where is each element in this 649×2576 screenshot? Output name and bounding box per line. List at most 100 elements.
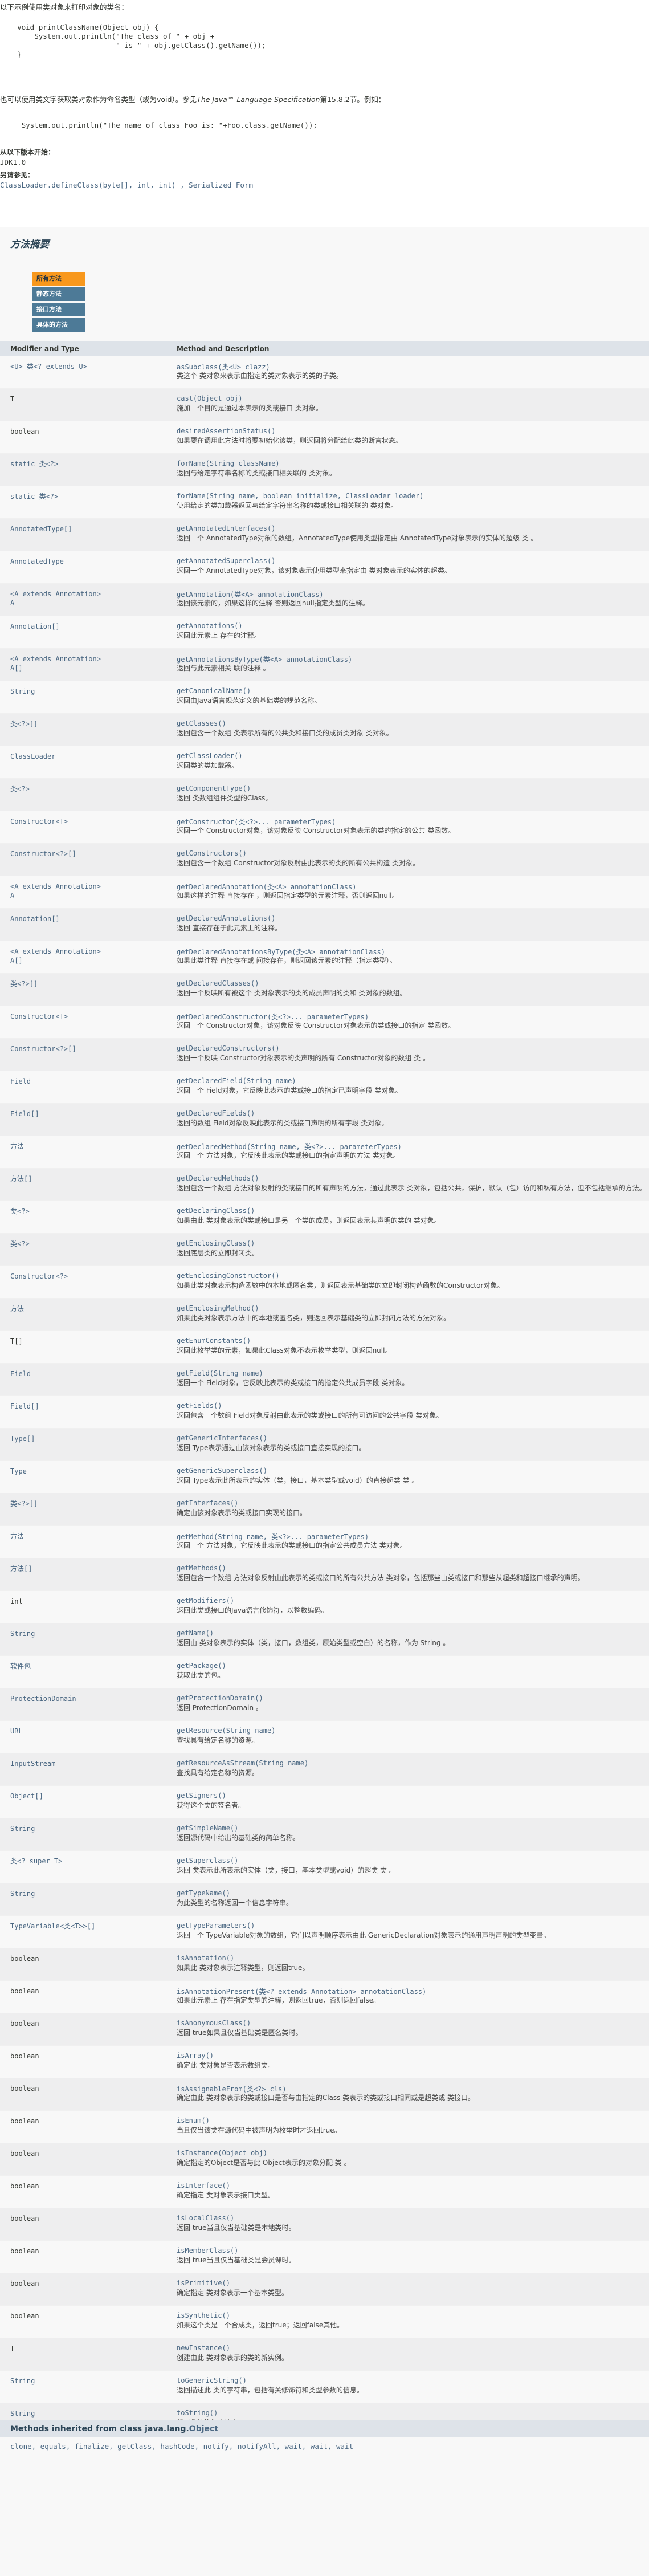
modifier-type[interactable]: TypeVariable<类<T>>[] bbox=[10, 1922, 170, 1931]
modifier-type[interactable]: 方法 bbox=[10, 1304, 170, 1313]
modifier-type[interactable]: 方法[] bbox=[10, 1564, 170, 1573]
modifier-type[interactable]: 类<? super T> bbox=[10, 1857, 170, 1866]
modifier-type[interactable]: Constructor<?>[] bbox=[10, 1044, 170, 1053]
modifier-type[interactable]: 类<?> bbox=[10, 1239, 170, 1248]
modifier-type[interactable]: AnnotatedType bbox=[10, 557, 170, 566]
method-signature[interactable]: getAnnotationsByType(类<A> annotationClas… bbox=[177, 654, 644, 664]
modifier-type[interactable]: 类<?>[] bbox=[10, 1499, 170, 1508]
method-signature[interactable]: getCanonicalName() bbox=[177, 687, 644, 695]
modifier-type[interactable]: 类<?> bbox=[10, 1207, 170, 1216]
modifier-type[interactable]: static 类<?> bbox=[10, 492, 170, 501]
method-signature[interactable]: desiredAssertionStatus() bbox=[177, 427, 644, 435]
method-signature[interactable]: getAnnotatedInterfaces() bbox=[177, 524, 644, 532]
method-signature[interactable]: isAnnotation() bbox=[177, 1954, 644, 1962]
modifier-type[interactable]: Field[] bbox=[10, 1402, 170, 1411]
method-signature[interactable]: getEnumConstants() bbox=[177, 1337, 644, 1345]
modifier-type[interactable]: String bbox=[10, 2376, 170, 2386]
method-signature[interactable]: getAnnotations() bbox=[177, 622, 644, 630]
method-signature[interactable]: getDeclaredMethod(String name, 类<?>... p… bbox=[177, 1142, 644, 1151]
method-signature[interactable]: getSigners() bbox=[177, 1792, 644, 1800]
modifier-type[interactable]: String bbox=[10, 2409, 170, 2418]
method-signature[interactable]: getEnclosingMethod() bbox=[177, 1304, 644, 1312]
tab-static-methods[interactable]: 静态方法 bbox=[32, 287, 85, 301]
method-signature[interactable]: getResourceAsStream(String name) bbox=[177, 1759, 644, 1767]
modifier-type[interactable]: 类<?>[] bbox=[10, 979, 170, 988]
method-signature[interactable]: isSynthetic() bbox=[177, 2312, 644, 2319]
modifier-type[interactable]: 方法[] bbox=[10, 1174, 170, 1183]
method-signature[interactable]: getAnnotation(类<A> annotationClass) bbox=[177, 589, 644, 599]
method-signature[interactable]: newInstance() bbox=[177, 2344, 644, 2352]
modifier-type[interactable]: Object[] bbox=[10, 1792, 170, 1801]
tab-concrete-methods[interactable]: 具体的方法 bbox=[32, 318, 85, 332]
method-signature[interactable]: getSimpleName() bbox=[177, 1824, 644, 1832]
method-signature[interactable]: getSuperclass() bbox=[177, 1857, 644, 1865]
modifier-type[interactable]: AnnotatedType[] bbox=[10, 524, 170, 534]
modifier-type[interactable]: URL bbox=[10, 1727, 170, 1736]
method-signature[interactable]: getEnclosingConstructor() bbox=[177, 1272, 644, 1280]
method-signature[interactable]: getResource(String name) bbox=[177, 1727, 644, 1735]
object-class-link[interactable]: Object bbox=[189, 2424, 218, 2433]
method-signature[interactable]: getClassLoader() bbox=[177, 752, 644, 760]
tab-interface-methods[interactable]: 接口方法 bbox=[32, 303, 85, 316]
modifier-type[interactable]: 软件包 bbox=[10, 1662, 170, 1671]
modifier-type[interactable]: <A extends Annotation> A bbox=[10, 589, 170, 608]
modifier-type[interactable]: Annotation[] bbox=[10, 622, 170, 631]
modifier-type[interactable]: Field bbox=[10, 1077, 170, 1086]
method-signature[interactable]: asSubclass(类<U> clazz) bbox=[177, 362, 644, 372]
method-signature[interactable]: getDeclaredField(String name) bbox=[177, 1077, 644, 1085]
method-signature[interactable]: getTypeParameters() bbox=[177, 1922, 644, 1930]
method-signature[interactable]: getField(String name) bbox=[177, 1369, 644, 1377]
tab-all-methods[interactable]: 所有方法 bbox=[32, 272, 85, 286]
modifier-type[interactable]: Constructor<T> bbox=[10, 1012, 170, 1021]
modifier-type[interactable]: <A extends Annotation> A[] bbox=[10, 947, 170, 965]
method-signature[interactable]: getDeclaredFields() bbox=[177, 1109, 644, 1117]
modifier-type[interactable]: Annotation[] bbox=[10, 914, 170, 923]
method-signature[interactable]: isInstance(Object obj) bbox=[177, 2149, 644, 2157]
method-signature[interactable]: getConstructor(类<?>... parameterTypes) bbox=[177, 817, 644, 827]
modifier-type[interactable]: <A extends Annotation> A[] bbox=[10, 654, 170, 673]
method-signature[interactable]: toString() bbox=[177, 2409, 644, 2417]
modifier-type[interactable]: Type bbox=[10, 1467, 170, 1476]
modifier-type[interactable]: Constructor<T> bbox=[10, 817, 170, 826]
modifier-type[interactable]: Field bbox=[10, 1369, 170, 1378]
method-signature[interactable]: getName() bbox=[177, 1629, 644, 1637]
method-signature[interactable]: isInterface() bbox=[177, 2182, 644, 2190]
method-signature[interactable]: getDeclaredConstructors() bbox=[177, 1044, 644, 1052]
method-signature[interactable]: isAssignableFrom(类<?> cls) bbox=[177, 2084, 644, 2094]
method-signature[interactable]: getMethod(String name, 类<?>... parameter… bbox=[177, 1532, 644, 1541]
modifier-type[interactable]: <A extends Annotation> A bbox=[10, 882, 170, 900]
method-signature[interactable]: getDeclaredConstructor(类<?>... parameter… bbox=[177, 1012, 644, 1022]
modifier-type[interactable]: Constructor<?> bbox=[10, 1272, 170, 1281]
modifier-type[interactable]: 类<?> bbox=[10, 784, 170, 793]
method-signature[interactable]: forName(String name, boolean initialize,… bbox=[177, 492, 644, 500]
method-signature[interactable]: getClasses() bbox=[177, 719, 644, 727]
modifier-type[interactable]: String bbox=[10, 1889, 170, 1898]
method-signature[interactable]: getDeclaredClasses() bbox=[177, 979, 644, 987]
method-signature[interactable]: forName(String className) bbox=[177, 459, 644, 467]
modifier-type[interactable]: ClassLoader bbox=[10, 752, 170, 761]
method-signature[interactable]: getConstructors() bbox=[177, 849, 644, 857]
method-signature[interactable]: isEnum() bbox=[177, 2117, 644, 2125]
method-signature[interactable]: getModifiers() bbox=[177, 1597, 644, 1605]
modifier-type[interactable]: ProtectionDomain bbox=[10, 1694, 170, 1703]
method-signature[interactable]: getFields() bbox=[177, 1402, 644, 1410]
method-signature[interactable]: getDeclaredMethods() bbox=[177, 1174, 644, 1182]
modifier-type[interactable]: 方法 bbox=[10, 1142, 170, 1151]
inherited-method-list[interactable]: clone, equals, finalize, getClass, hashC… bbox=[0, 2437, 649, 2455]
see-also-links[interactable]: ClassLoader.defineClass(byte[], int, int… bbox=[0, 181, 253, 189]
method-signature[interactable]: getDeclaredAnnotation(类<A> annotationCla… bbox=[177, 882, 644, 892]
method-signature[interactable]: getGenericInterfaces() bbox=[177, 1434, 644, 1442]
method-signature[interactable]: getGenericSuperclass() bbox=[177, 1467, 644, 1475]
modifier-type[interactable]: String bbox=[10, 1824, 170, 1833]
modifier-type[interactable]: static 类<?> bbox=[10, 459, 170, 469]
method-signature[interactable]: getDeclaredAnnotations() bbox=[177, 914, 644, 922]
modifier-type[interactable]: InputStream bbox=[10, 1759, 170, 1768]
method-signature[interactable]: getProtectionDomain() bbox=[177, 1694, 644, 1702]
method-signature[interactable]: cast(Object obj) bbox=[177, 394, 644, 402]
modifier-type[interactable]: <U> 类<? extends U> bbox=[10, 362, 170, 371]
method-signature[interactable]: getAnnotatedSuperclass() bbox=[177, 557, 644, 565]
method-signature[interactable]: isArray() bbox=[177, 2052, 644, 2060]
modifier-type[interactable]: Type[] bbox=[10, 1434, 170, 1443]
method-signature[interactable]: toGenericString() bbox=[177, 2376, 644, 2384]
method-signature[interactable]: getInterfaces() bbox=[177, 1499, 644, 1507]
